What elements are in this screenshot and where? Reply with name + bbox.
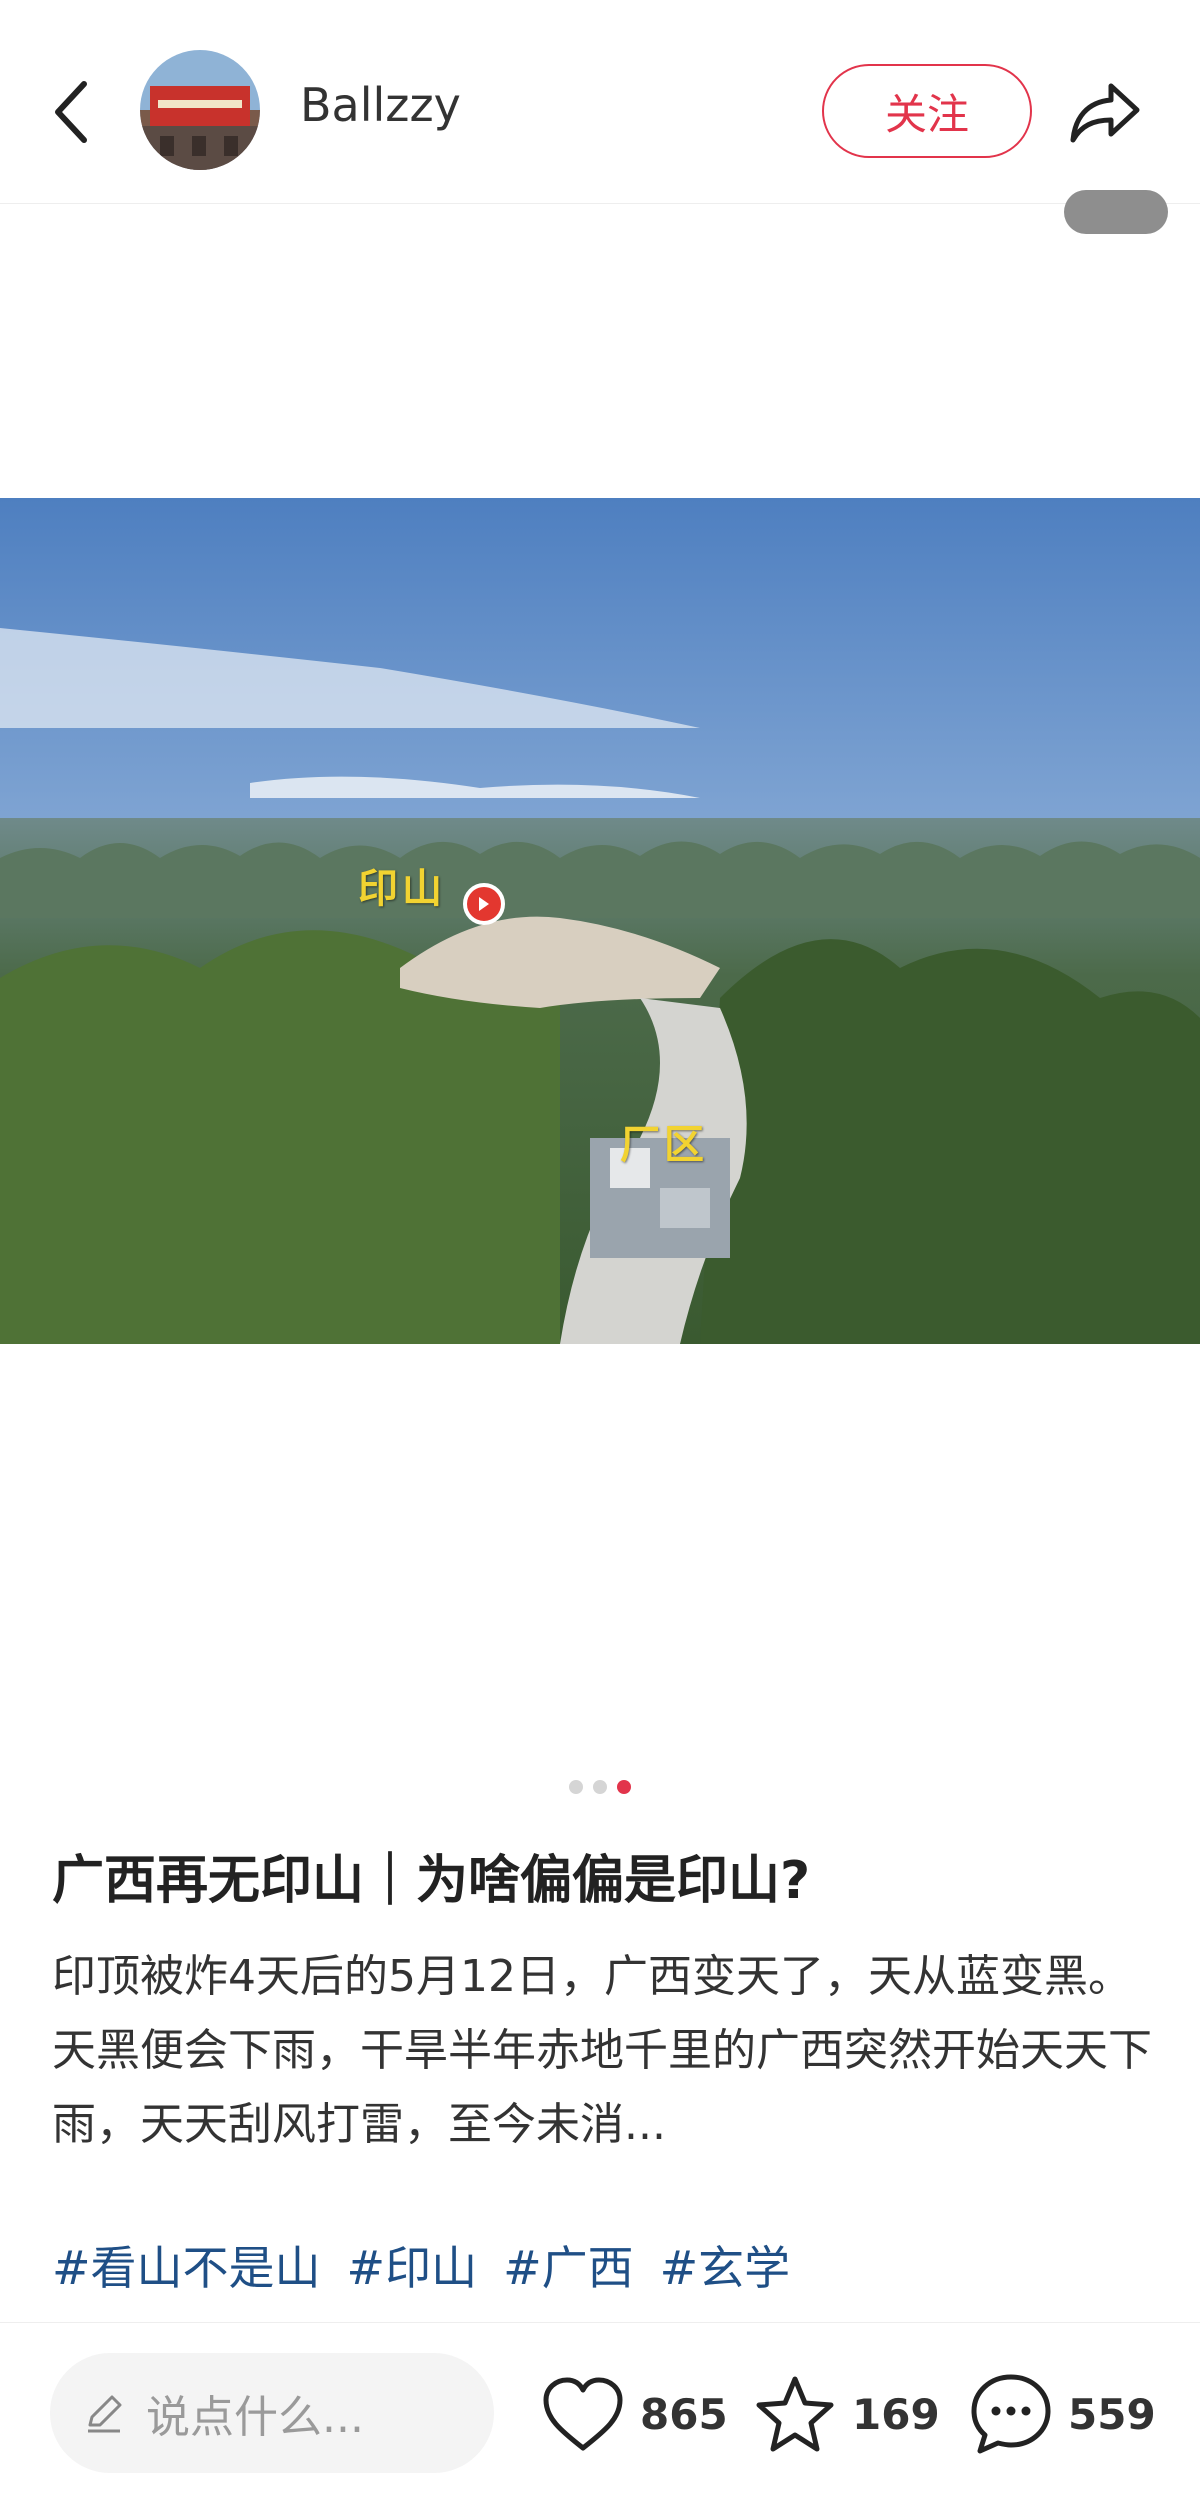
location-pin-icon xyxy=(463,883,505,925)
pagination-dot[interactable] xyxy=(593,1780,607,1794)
collect-count: 169 xyxy=(852,2389,940,2439)
comment-count: 559 xyxy=(1068,2389,1156,2439)
hashtag[interactable]: #玄学 xyxy=(660,2232,791,2298)
comment-button[interactable]: 559 xyxy=(968,2369,1156,2459)
image-pagination xyxy=(0,1780,1200,1794)
username[interactable]: Ballzzy xyxy=(300,78,461,132)
comment-placeholder: 说点什么... xyxy=(146,2392,364,2443)
label-yinshan: 印山 xyxy=(358,866,446,912)
avatar[interactable] xyxy=(140,50,260,170)
post-tags: #看山不是山 #印山 #广西 #玄学 xyxy=(52,2232,1162,2298)
pencil-icon xyxy=(88,2395,122,2433)
pagination-dot[interactable] xyxy=(569,1780,583,1794)
heart-icon xyxy=(543,2377,623,2451)
comment-bubble-icon xyxy=(971,2374,1051,2454)
hashtag[interactable]: #看山不是山 xyxy=(52,2232,321,2298)
post-title: 广西再无印山｜为啥偏偏是印山? xyxy=(52,1851,811,1911)
like-count: 865 xyxy=(640,2389,728,2439)
share-arrow-icon xyxy=(1070,83,1140,143)
like-button[interactable]: 865 xyxy=(540,2369,728,2459)
image-page-counter xyxy=(1064,190,1168,234)
top-bar: Ballzzy 关注 xyxy=(0,0,1200,204)
hashtag[interactable]: #印山 xyxy=(347,2232,478,2298)
post-image[interactable]: 印山 厂区 xyxy=(0,498,1200,1344)
pagination-dot-active[interactable] xyxy=(617,1780,631,1794)
comment-input[interactable]: 说点什么... xyxy=(50,2353,494,2473)
chevron-left-icon xyxy=(55,81,87,143)
post-body-line: 印顶被炸4天后的5月12日，广西变天了，天从蓝变黑。 xyxy=(52,1951,1132,2002)
post-body: 印顶被炸4天后的5月12日，广西变天了，天从蓝变黑。 天黑便会下雨，干旱半年赤地… xyxy=(52,1940,1162,2162)
star-icon xyxy=(756,2376,834,2452)
hashtag[interactable]: #广西 xyxy=(503,2232,634,2298)
bottom-action-bar: 说点什么... 865 169 559 xyxy=(0,2322,1200,2504)
label-changqu: 厂区 xyxy=(620,1122,708,1168)
follow-button[interactable]: 关注 xyxy=(822,64,1032,158)
post-body-line[interactable]: 天黑便会下雨，干旱半年赤地千里的广西突然开始天天下雨，天天刮风打雷，至今未消..… xyxy=(52,2014,1162,2162)
share-button[interactable] xyxy=(1060,68,1150,158)
aerial-mountain-photo xyxy=(0,498,1200,1344)
back-button[interactable] xyxy=(40,72,100,152)
collect-button[interactable]: 169 xyxy=(752,2369,940,2459)
